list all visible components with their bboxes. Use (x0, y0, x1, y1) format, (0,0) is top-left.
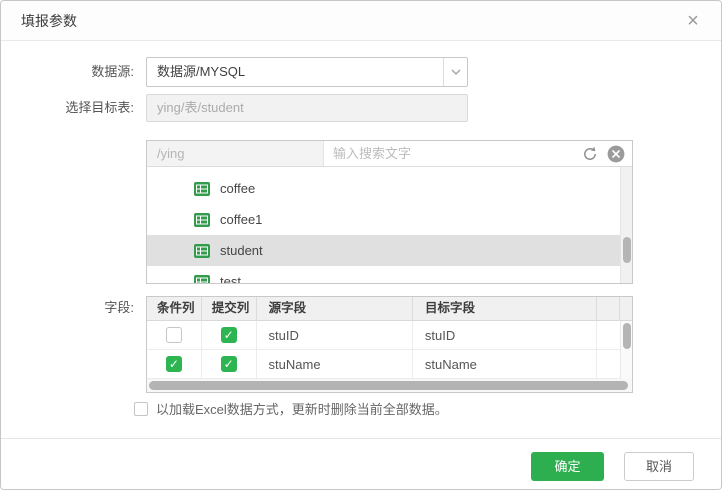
dialog-title: 填报参数 (21, 1, 77, 41)
refresh-icon[interactable] (582, 146, 598, 162)
col-header-condition: 条件列 (147, 297, 202, 321)
list-item-table[interactable]: coffee (147, 173, 620, 204)
tree-scrollbar-thumb[interactable] (623, 237, 631, 263)
col-header-spacer (597, 297, 620, 321)
fields-hscrollbar-thumb[interactable] (149, 381, 628, 390)
breadcrumb-path: /ying (147, 141, 323, 166)
table-grid-icon (194, 213, 210, 227)
table-grid-icon (194, 182, 210, 196)
excel-mode-checkbox[interactable] (134, 402, 148, 416)
condition-cell (147, 321, 202, 349)
datasource-select[interactable]: 数据源/MYSQL (146, 57, 468, 87)
table-name: coffee (220, 181, 255, 196)
fields-table-body: stuID stuID stuName stuName (147, 321, 620, 379)
dialog-titlebar: 填报参数 × (1, 1, 721, 41)
fields-table: 条件列 提交列 源字段 目标字段 stuID stuID stuName stu… (146, 296, 633, 393)
fill-report-params-dialog: 填报参数 × 数据源: 数据源/MYSQL 选择目标表: ying/表/stud… (0, 0, 722, 490)
source-field-cell: stuID (257, 321, 413, 349)
breadcrumb: /ying (147, 141, 324, 166)
tree-panel-header: /ying 输入搜索文字 (147, 141, 632, 167)
list-item-table[interactable]: test (147, 266, 620, 283)
search-input[interactable]: 输入搜索文字 (333, 141, 411, 166)
table-name: student (220, 243, 263, 258)
col-header-scroll-spacer (620, 297, 632, 321)
fields-label: 字段: (1, 296, 134, 320)
table-list: coffee coffee1 student (147, 167, 620, 283)
condition-cell (147, 350, 202, 378)
fields-vertical-scrollbar[interactable] (620, 321, 632, 379)
fields-vscrollbar-thumb[interactable] (623, 323, 631, 349)
excel-mode-label: 以加载Excel数据方式，更新时删除当前全部数据。 (156, 399, 448, 418)
dialog-footer: 确定 取消 (1, 438, 721, 489)
list-item-table[interactable]: student (147, 235, 620, 266)
clear-icon[interactable] (607, 145, 625, 163)
cancel-button[interactable]: 取消 (624, 452, 694, 481)
fields-table-header: 条件列 提交列 源字段 目标字段 (147, 297, 632, 321)
submit-checkbox[interactable] (221, 327, 237, 343)
col-header-target: 目标字段 (413, 297, 597, 321)
submit-cell (202, 350, 257, 378)
chevron-down-icon (443, 58, 467, 86)
table-row: stuID stuID (147, 321, 620, 350)
submit-checkbox[interactable] (221, 356, 237, 372)
fields-horizontal-scrollbar[interactable] (147, 379, 632, 392)
table-tree-panel: /ying 输入搜索文字 (146, 140, 633, 284)
target-field-cell: stuName (413, 350, 597, 378)
datasource-label: 数据源: (1, 57, 134, 87)
spacer-cell (597, 350, 620, 378)
spacer-cell (597, 321, 620, 349)
target-table-value: ying/表/student (157, 95, 244, 121)
target-field-cell: stuID (413, 321, 597, 349)
condition-checkbox[interactable] (166, 356, 182, 372)
table-name: coffee1 (220, 212, 262, 227)
table-row: stuName stuName (147, 350, 620, 379)
ok-button[interactable]: 确定 (531, 452, 604, 481)
table-name: test (220, 274, 241, 283)
target-table-input: ying/表/student (146, 94, 468, 122)
list-item-table[interactable]: coffee1 (147, 204, 620, 235)
table-grid-icon (194, 275, 210, 284)
target-table-label: 选择目标表: (1, 94, 134, 122)
table-grid-icon (194, 244, 210, 258)
source-field-cell: stuName (257, 350, 413, 378)
col-header-submit: 提交列 (202, 297, 257, 321)
datasource-selected-value: 数据源/MYSQL (157, 58, 245, 86)
col-header-source: 源字段 (257, 297, 413, 321)
excel-option-row: 以加载Excel数据方式，更新时删除当前全部数据。 (134, 399, 448, 418)
submit-cell (202, 321, 257, 349)
close-icon[interactable]: × (681, 9, 705, 33)
condition-checkbox[interactable] (166, 327, 182, 343)
tree-vertical-scrollbar[interactable] (620, 167, 632, 283)
